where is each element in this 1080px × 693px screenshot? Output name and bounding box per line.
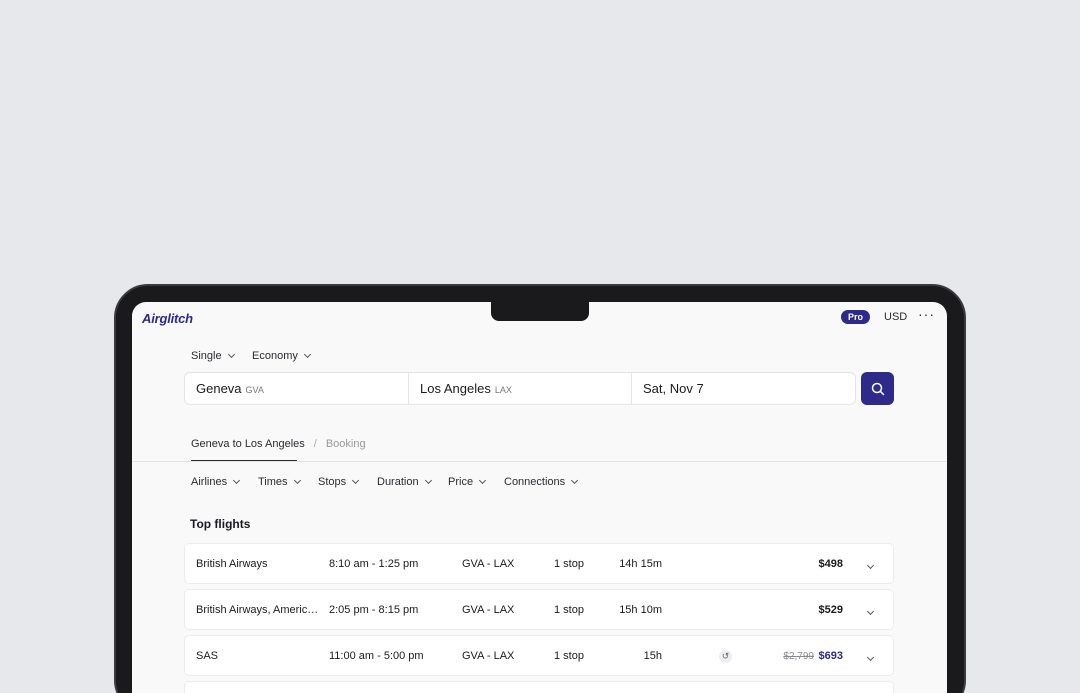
flight-airline: SAS <box>196 650 219 662</box>
departure-date: Sat, Nov 7 <box>643 381 704 396</box>
trip-type-dropdown[interactable]: Single <box>191 350 235 362</box>
destination-city: Los Angeles <box>420 381 491 396</box>
flight-duration: 14h 15m <box>619 558 662 570</box>
flight-route: GVA - LAX <box>462 650 515 662</box>
flight-airline: British Airways <box>196 558 268 570</box>
pro-badge[interactable]: Pro <box>841 310 871 324</box>
chevron-down-icon <box>424 476 432 485</box>
flight-price: $529 <box>818 604 843 616</box>
flight-route: GVA - LAX <box>462 604 515 616</box>
date-field[interactable]: Sat, Nov 7 <box>632 373 855 404</box>
filter-price[interactable]: Price <box>448 476 487 488</box>
origin-city: Geneva <box>196 381 242 396</box>
cabin-class-dropdown[interactable]: Economy <box>252 350 311 362</box>
flight-time: 11:00 am - 5:00 pm <box>329 650 424 662</box>
filter-label: Price <box>448 476 474 488</box>
flight-price: $498 <box>818 558 843 570</box>
flight-row[interactable]: SAS 11:00 am - 5:00 pm GVA - LAX 1 stop … <box>184 635 894 676</box>
chevron-down-icon <box>233 476 241 485</box>
flight-duration: 15h <box>643 650 662 662</box>
chevron-down-icon <box>571 476 579 485</box>
flight-stops: 1 stop <box>554 558 584 570</box>
filter-label: Times <box>258 476 288 488</box>
flight-original-price: $2,799 <box>783 651 814 662</box>
flight-duration: 15h 10m <box>619 604 662 616</box>
undo-icon: ↺ <box>719 650 732 663</box>
flight-search-bar: Geneva GVA Los Angeles LAX Sat, Nov 7 <box>184 372 856 405</box>
chevron-down-icon <box>303 350 311 359</box>
search-icon <box>871 382 884 395</box>
cabin-class-label: Economy <box>252 350 298 362</box>
header-divider <box>132 461 947 462</box>
destination-code: LAX <box>494 384 512 395</box>
breadcrumb-separator: / <box>313 438 317 450</box>
chevron-down-icon <box>866 653 875 662</box>
flight-row[interactable]: British Airways, American Airlines 2:05 … <box>184 589 894 630</box>
flight-time: 8:10 am - 1:25 pm <box>329 558 419 570</box>
filter-label: Duration <box>377 476 419 488</box>
filter-label: Connections <box>504 476 566 488</box>
chevron-down-icon <box>293 476 301 485</box>
flight-stops: 1 stop <box>554 650 584 662</box>
chevron-down-icon <box>479 476 487 485</box>
filter-label: Airlines <box>191 476 228 488</box>
trip-type-label: Single <box>191 350 222 362</box>
camera-notch <box>491 300 589 321</box>
filter-duration[interactable]: Duration <box>377 476 432 488</box>
filter-airlines[interactable]: Airlines <box>191 476 241 488</box>
filter-times[interactable]: Times <box>258 476 301 488</box>
origin-code: GVA <box>245 384 264 395</box>
origin-field[interactable]: Geneva GVA <box>185 373 409 404</box>
breadcrumb: Geneva to Los Angeles / Booking <box>191 438 366 450</box>
chevron-down-icon <box>866 561 875 570</box>
flight-time: 2:05 pm - 8:15 pm <box>329 604 419 616</box>
expand-button[interactable] <box>866 651 875 663</box>
flight-price: $693 <box>818 650 843 662</box>
chevron-down-icon <box>352 476 360 485</box>
currency-selector[interactable]: USD <box>884 311 907 323</box>
destination-field[interactable]: Los Angeles LAX <box>409 373 632 404</box>
search-button[interactable] <box>861 372 894 405</box>
flight-airline: British Airways, American Airlines <box>196 604 321 616</box>
filter-connections[interactable]: Connections <box>504 476 579 488</box>
app-screen: Airglitch Pro USD ··· Single Economy Gen… <box>132 302 947 693</box>
filter-label: Stops <box>318 476 347 488</box>
more-options-icon[interactable]: ··· <box>918 306 935 322</box>
flight-row[interactable]: British Airways 8:10 am - 1:25 pm GVA - … <box>184 543 894 584</box>
flight-stops: 1 stop <box>554 604 584 616</box>
flight-route: GVA - LAX <box>462 558 515 570</box>
section-title: Top flights <box>190 517 251 531</box>
chevron-down-icon <box>866 607 875 616</box>
breadcrumb-current[interactable]: Geneva to Los Angeles <box>191 438 305 450</box>
expand-button[interactable] <box>866 605 875 617</box>
filter-stops[interactable]: Stops <box>318 476 360 488</box>
expand-button[interactable] <box>866 559 875 571</box>
chevron-down-icon <box>227 350 235 359</box>
flight-row[interactable] <box>184 681 894 693</box>
breadcrumb-booking[interactable]: Booking <box>326 438 366 450</box>
app-logo[interactable]: Airglitch <box>142 311 193 326</box>
